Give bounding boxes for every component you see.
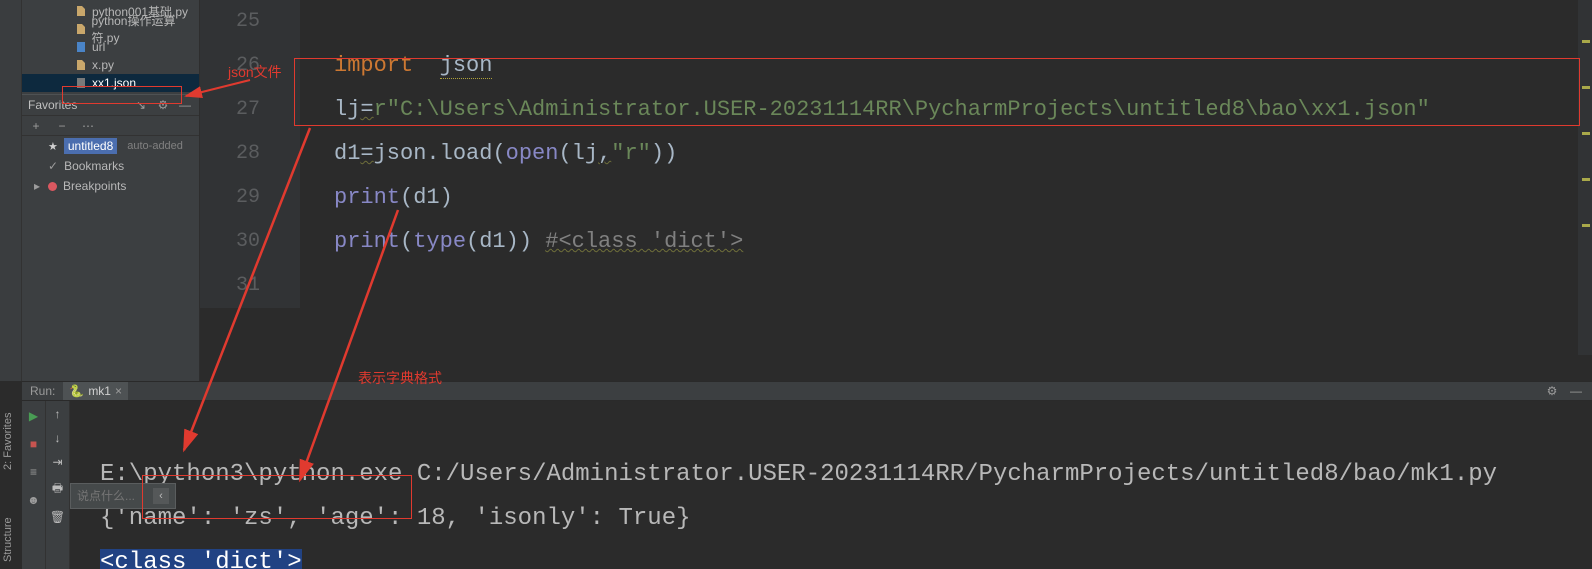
favorites-toolbar: + − ⋯ — [22, 116, 199, 136]
down-button[interactable]: ↓ — [55, 431, 61, 445]
code-content[interactable]: lj=r"C:\Users\Administrator.USER-2023111… — [334, 88, 1430, 132]
file-item[interactable]: python操作运算符.py — [22, 20, 199, 38]
python-file-icon — [74, 58, 88, 72]
warning-marker[interactable] — [1582, 86, 1590, 89]
warning-marker[interactable] — [1582, 132, 1590, 135]
print-button[interactable]: 🖶 — [52, 479, 63, 500]
star-icon: ★ — [48, 140, 58, 153]
code-editor[interactable]: 2526 import json 27 lj=r"C:\Users\Administr… — [200, 0, 1592, 355]
close-icon[interactable]: × — [115, 384, 122, 398]
nav-prev-button[interactable]: ‹ — [153, 488, 169, 504]
gear-icon[interactable]: ⚙ — [1544, 384, 1560, 398]
breakpoints-item[interactable]: ▸ Breakpoints — [22, 176, 199, 196]
line-number: 29 — [200, 176, 300, 220]
wrap-button[interactable]: ⇥ — [52, 455, 62, 469]
code-line[interactable]: 30 print(type(d1)) #<class 'dict'> — [200, 220, 1592, 264]
run-label: Run: — [30, 384, 55, 398]
stop-button[interactable]: ■ — [25, 435, 43, 453]
code-line[interactable]: 29 print(d1) — [200, 176, 1592, 220]
emoji-button[interactable]: ☻ — [25, 491, 43, 509]
project-tree[interactable]: python001基础.py python操作运算符.py url x.py x… — [22, 0, 199, 94]
up-button[interactable]: ↑ — [55, 407, 61, 421]
console-output[interactable]: E:\python3\python.exe C:/Users/Administr… — [70, 401, 1592, 569]
more-button[interactable]: ⋯ — [80, 118, 96, 134]
line-number: 30 — [200, 220, 300, 264]
rerun-button[interactable]: ▶ — [25, 407, 43, 425]
code-content[interactable]: import json — [334, 44, 492, 88]
run-tool-column-primary: ▶ ■ ≡ ☻ — [22, 401, 46, 569]
emoji-search-popup[interactable]: ‹ — [70, 483, 176, 509]
console-line: E:\python3\python.exe C:/Users/Administr… — [100, 461, 1497, 488]
layout-button[interactable]: ≡ — [25, 463, 43, 481]
warning-marker[interactable] — [1582, 178, 1590, 181]
line-number: 25 — [200, 0, 300, 44]
run-console-panel: ▶ ■ ≡ ☻ ↑ ↓ ⇥ 🖶 🗑 ‹ E:\python3\python.ex… — [22, 401, 1592, 569]
favorites-tool-tab[interactable]: 2: Favorites — [2, 413, 14, 470]
run-tool-bar: Run: 🐍 mk1 × ⚙ — — [22, 381, 1592, 401]
code-line[interactable]: 25 — [200, 0, 1592, 44]
bookmarks-item[interactable]: ✓ Bookmarks — [22, 156, 199, 176]
remove-button[interactable]: − — [54, 118, 70, 134]
file-item[interactable]: x.py — [22, 56, 199, 74]
code-line[interactable]: 31 — [200, 264, 1592, 308]
python-file-icon — [74, 22, 87, 36]
file-label: python操作运算符.py — [91, 12, 199, 46]
structure-tool-tab[interactable]: Structure — [2, 517, 14, 562]
run-tool-column-secondary: ↑ ↓ ⇥ 🖶 🗑 — [46, 401, 70, 569]
line-number: 28 — [200, 132, 300, 176]
favorites-list-name: untitled8 — [64, 138, 117, 154]
python-icon: 🐍 — [69, 384, 84, 398]
hide-icon[interactable]: — — [1568, 384, 1584, 398]
json-file-icon — [74, 76, 88, 90]
chevron-right-icon: ▸ — [32, 179, 42, 193]
bookmarks-label: Bookmarks — [64, 159, 124, 173]
line-number: 27 — [200, 88, 300, 132]
run-tab-label: mk1 — [88, 384, 111, 398]
warning-marker[interactable] — [1582, 224, 1590, 227]
favorites-header: Favorites ↘ ⚙ — — [22, 94, 199, 116]
file-label: xx1.json — [92, 76, 136, 90]
search-input[interactable] — [77, 489, 147, 503]
file-label: url — [92, 40, 105, 54]
favorites-list-suffix: auto-added — [127, 140, 183, 152]
code-line[interactable]: 28 d1=json.load(open(lj,"r")) — [200, 132, 1592, 176]
console-line: {'name': 'zs', 'age': 18, 'isonly': True… — [100, 505, 691, 532]
add-button[interactable]: + — [28, 118, 44, 134]
favorites-title: Favorites — [28, 98, 127, 112]
trash-button[interactable]: 🗑 — [50, 510, 65, 524]
code-line[interactable]: 27 lj=r"C:\Users\Administrator.USER-20231… — [200, 88, 1592, 132]
file-icon — [74, 40, 88, 54]
code-content[interactable]: print(type(d1)) #<class 'dict'> — [334, 220, 743, 264]
favorites-list: ★ untitled8 auto-added ✓ Bookmarks ▸ Bre… — [22, 136, 199, 196]
gear-icon[interactable]: ⚙ — [155, 97, 171, 113]
file-item-selected[interactable]: xx1.json — [22, 74, 199, 92]
run-tab[interactable]: 🐍 mk1 × — [63, 382, 128, 400]
python-file-icon — [74, 4, 88, 18]
code-line[interactable]: 26 import json — [200, 44, 1592, 88]
console-line-selected: <class 'dict'> — [100, 549, 302, 569]
breakpoint-icon — [48, 182, 57, 191]
hide-icon[interactable]: — — [177, 97, 193, 113]
tool-window-strip: 2: Favorites Structure — [0, 0, 22, 381]
favorites-list-item[interactable]: ★ untitled8 auto-added — [22, 136, 199, 156]
check-icon: ✓ — [48, 159, 58, 173]
breakpoints-label: Breakpoints — [63, 179, 126, 193]
warning-marker[interactable] — [1582, 40, 1590, 43]
file-label: x.py — [92, 58, 114, 72]
line-number: 31 — [200, 264, 300, 308]
code-content[interactable]: print(d1) — [334, 176, 453, 220]
collapse-icon[interactable]: ↘ — [133, 97, 149, 113]
editor-marker-strip[interactable] — [1578, 0, 1592, 355]
code-content[interactable]: d1=json.load(open(lj,"r")) — [334, 132, 677, 176]
line-number: 26 — [200, 44, 300, 88]
